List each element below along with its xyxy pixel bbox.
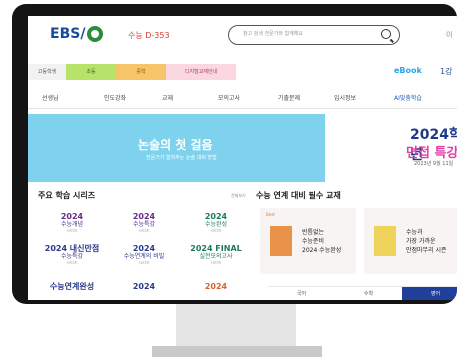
book-cover (270, 226, 292, 256)
series-year: 2024 (204, 212, 228, 221)
series-year: 2024 (132, 282, 156, 291)
header-right-link[interactable]: 이 (446, 30, 452, 40)
series-year: 2024 (132, 244, 156, 253)
series-label: 시리즈 (66, 228, 78, 233)
tab-english[interactable]: 영어 (402, 287, 457, 300)
series-item[interactable]: 2024 (114, 282, 174, 300)
series-item[interactable]: 2024 FINAL 실전모의고사 시리즈 (186, 244, 246, 274)
series-item[interactable]: 2024 수능연계의 비밀 시리즈 (114, 244, 174, 274)
nav-item-teachers[interactable]: 선생님 (42, 93, 59, 102)
nav-item-books[interactable]: 교재 (162, 93, 173, 102)
logo-circle-icon (87, 26, 104, 42)
header: EBS/ 수능 D-353 참고 검색 전문가와 함께해요 이 (28, 16, 457, 56)
series-label: 시리즈 (138, 260, 150, 265)
series-item[interactable]: 2024 수능개념 시리즈 (42, 212, 102, 242)
series-year: 수능연계완성 (49, 282, 95, 291)
card-line-2: 가장 가까운 (406, 238, 436, 245)
series-label: 시리즈 (66, 260, 78, 265)
search-box[interactable]: 참고 검색 전문가와 함께해요 (228, 25, 400, 45)
nav-item-mock-tests[interactable]: 모의고사 (218, 93, 240, 102)
level-tab-digital[interactable]: 디지털교재안내 (166, 64, 236, 80)
banner-subtitle: 전문가가 알려주는 논술 대비 방법 (146, 155, 217, 161)
nav-item-lectures[interactable]: 인도강좌 (104, 93, 126, 102)
ebook-link[interactable]: eBook (394, 66, 422, 75)
series-year: 2024 (60, 212, 84, 221)
series-year: 2024 FINAL (190, 244, 242, 253)
series-item[interactable]: 2024 수능특강 시리즈 (114, 212, 174, 242)
level-tab-middle[interactable]: 중학 (116, 64, 166, 80)
series-name: 수능연계의 비밀 (123, 253, 165, 260)
book-card[interactable]: 수능과 가장 가까운 만점마무리 시즌 (364, 208, 457, 274)
monitor-bezel: EBS/ 수능 D-353 참고 검색 전문가와 함께해요 이 고등학생 초등 … (12, 4, 457, 304)
series-year: 2024 내신만점 (44, 244, 100, 253)
nav-item-ai-learning[interactable]: AI맞춤학습 (394, 93, 422, 102)
nav-item-admissions[interactable]: 입시정보 (334, 93, 356, 102)
search-input[interactable]: 참고 검색 전문가와 함께해요 (243, 30, 303, 37)
card-text: 빈틈없는 수능준비 2024 수능완성 (302, 228, 356, 255)
dday-counter: 수능 D-353 (128, 31, 170, 40)
card-line-1: 빈틈없는 (302, 229, 325, 236)
series-name: 수능특강 (60, 253, 84, 260)
series-year: 2024 (132, 212, 156, 221)
series-name: 수능개념 (60, 221, 84, 228)
monitor-stand-base (152, 346, 322, 357)
search-icon[interactable] (381, 29, 391, 39)
series-item[interactable]: 수능연계완성 (42, 282, 102, 300)
recommended-section-title: 수능 연계 대비 필수 교재 (256, 191, 341, 200)
card-text: 수능과 가장 가까운 만점마무리 시즌 (406, 228, 457, 255)
browser-screen: EBS/ 수능 D-353 참고 검색 전문가와 함께해요 이 고등학생 초등 … (28, 16, 457, 300)
series-label: 시리즈 (138, 228, 150, 233)
nav-item-past-exams[interactable]: 기출문제 (278, 93, 300, 102)
level-tabs: 고등학생 초등 중학 디지털교재안내 (28, 64, 457, 80)
main-nav: 선생님 인도강좌 교재 모의고사 기출문제 입시정보 AI맞춤학습 (28, 86, 457, 109)
level-tab-elementary[interactable]: 초등 (66, 64, 116, 80)
book-cover (374, 226, 396, 256)
banner-secondary-subtitle: 면접 특강 (406, 146, 457, 161)
series-item[interactable]: 2024 수능완성 시리즈 (186, 212, 246, 242)
card-line-3: 2024 수능완성 (302, 247, 342, 254)
banner-secondary-date: 2023년 9월 11일 (414, 161, 454, 167)
series-name: 실전모의고사 (199, 253, 233, 260)
ebook-sub-link[interactable]: 1강 (440, 66, 452, 77)
series-item[interactable]: 2024 내신만점 수능특강 시리즈 (42, 244, 102, 274)
tab-korean[interactable]: 국어 (268, 287, 335, 300)
monitor-stand-neck (176, 304, 296, 346)
series-label: 시리즈 (210, 228, 222, 233)
book-card[interactable]: Best 빈틈없는 수능준비 2024 수능완성 (260, 208, 356, 274)
card-line-1: 수능과 (406, 229, 423, 236)
series-name: 수능특강 (132, 221, 156, 228)
tab-math[interactable]: 수학 (335, 287, 402, 300)
card-line-3: 만점마무리 시즌 (406, 247, 447, 254)
logo-text: EBS (50, 26, 81, 42)
level-tab-high[interactable]: 고등학생 (28, 64, 66, 80)
series-year: 2024 (204, 282, 228, 291)
series-name: 수능완성 (204, 221, 228, 228)
series-grid: 2024 수능개념 시리즈 2024 수능특강 시리즈 2024 수능완성 시리… (42, 208, 252, 300)
main-banner[interactable]: 논술의 첫 걸음 전문가가 알려주는 논술 대비 방법 2024학년 면접 특강… (28, 114, 457, 182)
series-section-title: 주요 학습 시리즈 (38, 191, 96, 200)
card-line-2: 수능준비 (302, 238, 325, 245)
view-all-link[interactable]: 전체보기 (231, 193, 246, 199)
series-item[interactable]: 2024 (186, 282, 246, 300)
banner-title: 논술의 첫 걸음 (138, 138, 213, 152)
card-tag: Best (266, 212, 275, 217)
series-label: 시리즈 (210, 260, 222, 265)
ebs-logo[interactable]: EBS/ (50, 26, 104, 42)
subject-tabs: 국어 수학 영어 (268, 286, 457, 300)
